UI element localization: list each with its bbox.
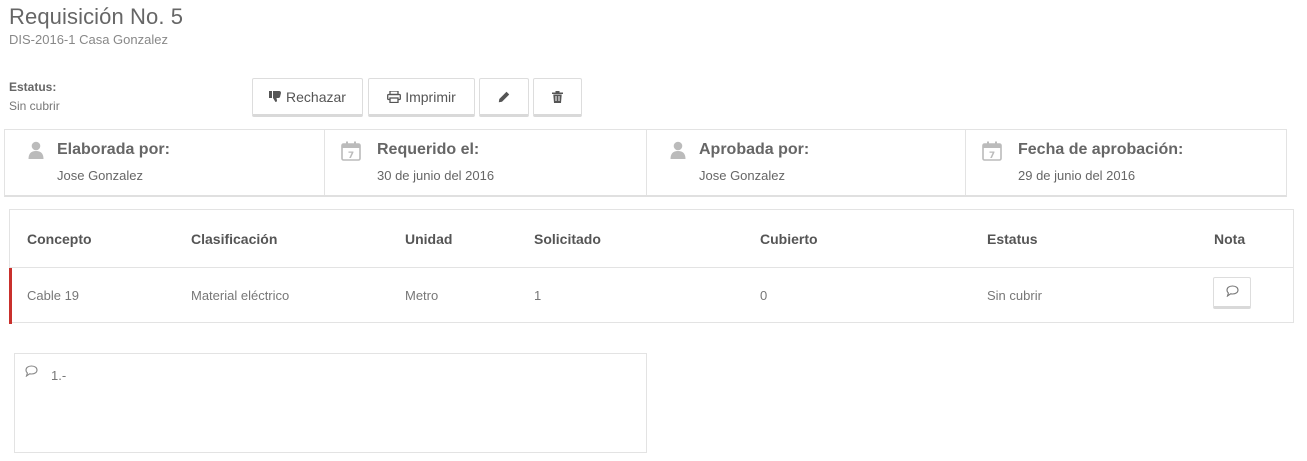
info-approval-date: 7 Fecha de aprobación: 29 de junio del 2… — [966, 130, 1286, 195]
col-header-estatus: Estatus — [987, 231, 1038, 247]
col-header-nota: Nota — [1214, 231, 1246, 247]
calendar-icon: 7 — [982, 141, 1002, 166]
status-block: Estatus: Sin cubrir — [9, 80, 60, 113]
printer-icon — [387, 90, 402, 103]
info-value: Jose Gonzalez — [699, 168, 785, 183]
info-label: Elaborada por: — [57, 141, 170, 158]
row-status-accent — [9, 268, 12, 324]
print-button-label: Imprimir — [405, 88, 456, 105]
col-header-solicitado: Solicitado — [534, 231, 601, 247]
print-button[interactable]: Imprimir — [368, 78, 475, 117]
trash-icon — [552, 90, 563, 103]
page-title: Requisición No. 5 — [9, 4, 184, 29]
user-icon — [27, 141, 45, 164]
pencil-icon — [498, 91, 510, 103]
cell-solicitado: 1 — [534, 288, 542, 303]
page-subtitle: DIS-2016-1 Casa Gonzalez — [9, 32, 168, 47]
svg-text:7: 7 — [989, 151, 995, 161]
edit-button[interactable] — [479, 78, 529, 117]
row-note-button[interactable] — [1213, 277, 1251, 309]
thumbs-down-icon — [269, 91, 282, 102]
comment-icon — [1225, 284, 1239, 300]
reject-button[interactable]: Rechazar — [252, 78, 363, 117]
info-label: Fecha de aprobación: — [1018, 141, 1184, 158]
info-required-date: 7 Requerido el: 30 de junio del 2016 — [325, 130, 647, 195]
col-header-unidad: Unidad — [405, 231, 453, 247]
requisition-page: Requisición No. 5 DIS-2016-1 Casa Gonzal… — [0, 0, 1307, 461]
status-value: Sin cubrir — [9, 99, 60, 113]
cell-clasificacion: Material eléctrico — [191, 288, 290, 303]
cell-cubierto: 0 — [760, 288, 768, 303]
svg-text:7: 7 — [348, 151, 354, 161]
col-header-cubierto: Cubierto — [760, 231, 818, 247]
info-created-by: Elaborada por: Jose Gonzalez — [5, 130, 325, 195]
comment-icon — [25, 364, 38, 382]
calendar-icon: 7 — [341, 141, 361, 166]
status-label: Estatus: — [9, 80, 57, 94]
reject-button-label: Rechazar — [286, 88, 346, 105]
info-label: Aprobada por: — [699, 141, 810, 158]
cell-unidad: Metro — [405, 288, 439, 303]
info-value: 30 de junio del 2016 — [377, 168, 495, 183]
cell-estatus: Sin cubrir — [987, 288, 1042, 303]
user-icon — [669, 141, 687, 164]
cell-concepto: Cable 19 — [27, 288, 80, 303]
items-table: Concepto Clasificación Unidad Solicitado… — [9, 209, 1294, 324]
info-approved-by: Aprobada por: Jose Gonzalez — [647, 130, 966, 195]
col-header-clasificacion: Clasificación — [191, 231, 278, 247]
info-value: Jose Gonzalez — [57, 168, 143, 183]
col-header-concepto: Concepto — [27, 231, 92, 247]
delete-button[interactable] — [533, 78, 582, 117]
info-label: Requerido el: — [377, 141, 480, 158]
note-text: 1.- — [51, 368, 67, 383]
table-header: Concepto Clasificación Unidad Solicitado… — [10, 210, 1293, 268]
requisition-info-panel: Elaborada por: Jose Gonzalez 7 Requerido… — [4, 129, 1287, 197]
info-value: 29 de junio del 2016 — [1018, 168, 1136, 183]
table-row: Cable 19 Material eléctrico Metro 1 0 Si… — [9, 268, 1293, 324]
notes-box: 1.- — [14, 353, 647, 453]
